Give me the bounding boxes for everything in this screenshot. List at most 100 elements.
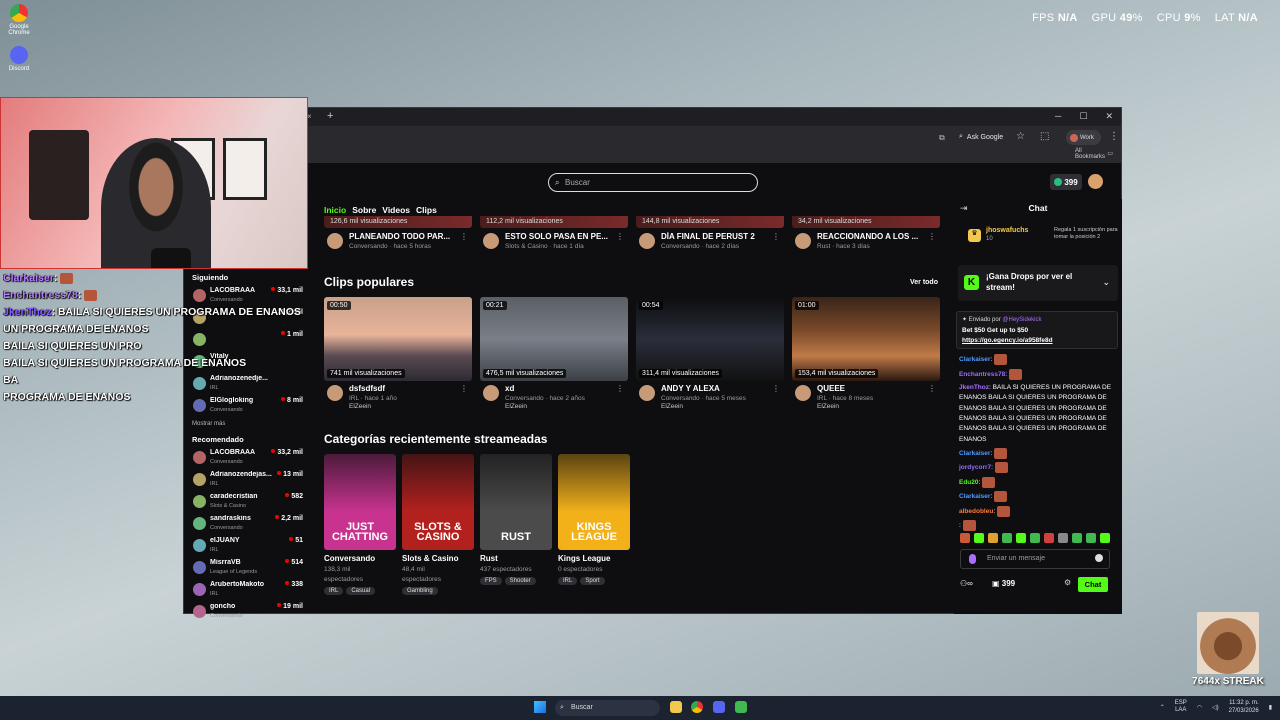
clip-author[interactable]: ElZeein xyxy=(349,403,371,410)
clip-author[interactable]: ElZeein xyxy=(505,403,527,410)
windows-start-icon[interactable] xyxy=(534,701,546,713)
category-tag[interactable]: IRL xyxy=(558,577,578,585)
new-tab-button[interactable]: + xyxy=(327,110,333,122)
ask-google-button[interactable]: ⌕ Ask Google xyxy=(959,133,1003,141)
see-all-clips-link[interactable]: Ver todo xyxy=(910,279,938,286)
sidebar-channel[interactable]: MisrraVB League of Legends 514 xyxy=(184,557,309,579)
category-tag[interactable]: Gambling xyxy=(402,587,438,595)
sidebar-channel[interactable]: ArubertoMakoto IRL 338 xyxy=(184,579,309,601)
more-options-icon[interactable]: ⋮ xyxy=(616,384,624,393)
channel-avatar[interactable] xyxy=(327,233,343,249)
clip-author[interactable]: ElZeein xyxy=(817,403,839,410)
category-art[interactable]: SLOTS & CASINO xyxy=(402,454,474,550)
clip-thumbnail[interactable]: 00:50 741 mil visualizaciones xyxy=(324,297,472,381)
channel-avatar[interactable] xyxy=(483,233,499,249)
category-card[interactable]: KINGS LEAGUE Kings League 0 espectadores IR… xyxy=(558,454,630,585)
category-name[interactable]: Rust xyxy=(480,554,552,563)
desktop-icon-discord[interactable]: Discord xyxy=(4,46,34,72)
category-art[interactable]: JUST CHATTING xyxy=(324,454,396,550)
browser-menu-icon[interactable]: ⋮ xyxy=(1109,131,1119,142)
search-input[interactable]: ⌕ Buscar xyxy=(548,173,758,192)
all-bookmarks-button[interactable]: ▭ All Bookmarks xyxy=(1075,148,1113,160)
more-options-icon[interactable]: ⋮ xyxy=(772,384,780,393)
send-chat-button[interactable]: Chat xyxy=(1078,577,1108,592)
chat-username[interactable]: Edu20 xyxy=(959,479,979,486)
profile-chip[interactable]: Work xyxy=(1066,130,1101,145)
channel-avatar[interactable] xyxy=(327,385,343,401)
chevron-down-icon[interactable]: ⌄ xyxy=(1102,277,1110,288)
clip-thumbnail[interactable]: 00:54 311,4 mil visualizaciones xyxy=(636,297,784,381)
video-title[interactable]: REACCIONANDO A LOS ... xyxy=(817,232,922,241)
more-options-icon[interactable]: ⋮ xyxy=(460,232,468,241)
chevron-up-icon[interactable]: ⌃ xyxy=(1160,704,1165,711)
clip-thumbnail[interactable]: 01:00 153,4 mil visualizaciones xyxy=(792,297,940,381)
more-options-icon[interactable]: ⋮ xyxy=(616,232,624,241)
clock[interactable]: 11:32 p. m. 27/03/2026 xyxy=(1229,699,1259,715)
clip-card[interactable]: 00:54 311,4 mil visualizaciones ANDY Y ALE… xyxy=(636,297,784,417)
tab-sobre[interactable]: Sobre xyxy=(352,205,376,215)
wifi-icon[interactable]: ◠ xyxy=(1197,704,1202,711)
translate-icon[interactable]: ⧉ xyxy=(939,133,945,143)
emote-icon[interactable] xyxy=(1002,533,1012,543)
tab-inicio[interactable]: Inicio xyxy=(324,205,346,215)
category-art[interactable]: RUST xyxy=(480,454,552,550)
discord-icon[interactable] xyxy=(713,701,725,713)
extensions-icon[interactable]: ⬚ xyxy=(1040,131,1049,142)
address-bar[interactable]: ⧉ ⌕ Ask Google ☆ ⬚ Work ⋮ xyxy=(184,126,1121,152)
clip-title[interactable]: xd xyxy=(505,384,610,393)
tab-videos[interactable]: Videos xyxy=(382,205,410,215)
file-explorer-icon[interactable] xyxy=(670,701,682,713)
category-tag[interactable]: Sport xyxy=(580,577,605,585)
bookmark-star-icon[interactable]: ☆ xyxy=(1016,131,1025,142)
language-indicator[interactable]: ESP LAA xyxy=(1175,700,1187,714)
clip-card[interactable]: 00:50 741 mil visualizaciones dsfsdfsdf IRL… xyxy=(324,297,472,417)
show-more-link[interactable]: Mostrar más xyxy=(184,417,309,435)
user-avatar[interactable] xyxy=(1088,174,1103,189)
close-window-button[interactable]: ✕ xyxy=(1105,111,1113,122)
category-card[interactable]: JUST CHATTING Conversando 138,3 mil especta… xyxy=(324,454,396,595)
category-tag[interactable]: FPS xyxy=(480,577,502,585)
category-name[interactable]: Slots & Casino xyxy=(402,554,474,563)
link-icon[interactable]: ⚇∞ xyxy=(960,579,973,588)
emote-icon[interactable] xyxy=(974,533,984,543)
emote-icon[interactable] xyxy=(1086,533,1096,543)
sidebar-channel[interactable]: LACOBRAAA Conversando 33,2 mil xyxy=(184,447,309,469)
clip-thumbnail[interactable]: 00:21 476,5 mil visualizaciones xyxy=(480,297,628,381)
mic-icon[interactable] xyxy=(969,554,976,564)
clip-card[interactable]: 01:00 153,4 mil visualizaciones QUEEE IRL ·… xyxy=(792,297,940,417)
chrome-icon[interactable] xyxy=(691,701,703,713)
channel-avatar[interactable] xyxy=(483,385,499,401)
emote-icon[interactable] xyxy=(1072,533,1082,543)
clip-title[interactable]: dsfsdfsdf xyxy=(349,384,454,393)
more-options-icon[interactable]: ⋮ xyxy=(928,232,936,241)
chat-username[interactable]: Clarkaiser xyxy=(959,450,990,457)
emote-icon[interactable] xyxy=(1030,533,1040,543)
sidebar-channel[interactable]: caradecristian Slots & Casino 582 xyxy=(184,491,309,513)
minimize-button[interactable]: ─ xyxy=(1055,111,1061,122)
chat-username[interactable]: JkenThoz xyxy=(959,384,989,391)
app-icon[interactable] xyxy=(735,701,747,713)
chat-input[interactable]: Enviar un mensaje xyxy=(960,549,1110,569)
category-name[interactable]: Kings League xyxy=(558,554,630,563)
category-art[interactable]: KINGS LEAGUE xyxy=(558,454,630,550)
channel-avatar[interactable] xyxy=(795,233,811,249)
desktop-icon-chrome[interactable]: Google Chrome xyxy=(4,4,34,36)
maximize-button[interactable]: ☐ xyxy=(1079,111,1087,122)
drops-banner[interactable]: K ¡Gana Drops por ver el stream! ⌄ xyxy=(958,265,1118,301)
sidebar-channel[interactable]: goncho Conversando 19 mil xyxy=(184,601,309,623)
sidebar-channel[interactable]: elJUANY IRL 51 xyxy=(184,535,309,557)
notification-icon[interactable]: ▮ xyxy=(1269,704,1272,711)
video-title[interactable]: ESTO SOLO PASA EN PE... xyxy=(505,232,610,241)
chat-username[interactable]: jordycorr7 xyxy=(959,465,991,472)
more-options-icon[interactable]: ⋮ xyxy=(460,384,468,393)
sidebar-channel[interactable]: sandraskins Conversando 2,2 mil xyxy=(184,513,309,535)
chat-username[interactable]: Clarkaiser xyxy=(959,356,990,363)
clip-title[interactable]: QUEEE xyxy=(817,384,922,393)
emote-icon[interactable] xyxy=(1044,533,1054,543)
category-card[interactable]: RUST Rust 437 espectadores FPS Shooter xyxy=(480,454,552,585)
emote-icon[interactable] xyxy=(988,533,998,543)
taskbar-search[interactable]: ⌕ Buscar xyxy=(555,700,660,716)
more-options-icon[interactable]: ⋮ xyxy=(772,232,780,241)
chat-username[interactable]: albedobleu xyxy=(959,508,993,515)
emote-icon[interactable] xyxy=(960,533,970,543)
